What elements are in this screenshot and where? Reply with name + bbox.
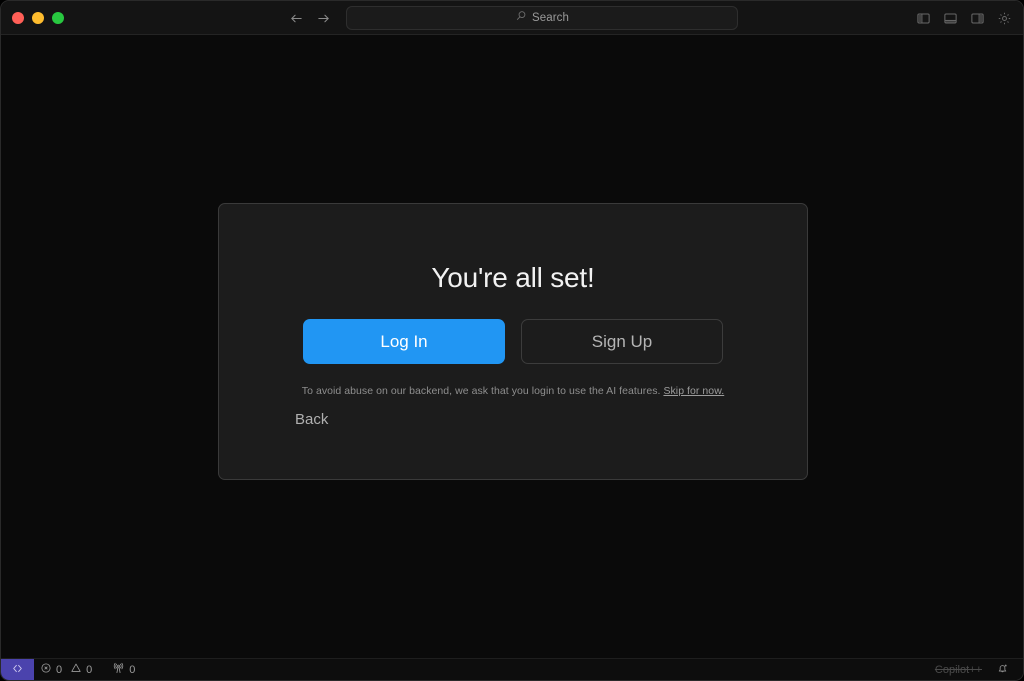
ports-status[interactable]: 0 xyxy=(106,659,141,680)
login-notice-text: To avoid abuse on our backend, we ask th… xyxy=(301,385,664,397)
layout-sidebar-left-icon[interactable] xyxy=(915,10,932,27)
copilot-status[interactable]: Copilot++ xyxy=(929,664,988,676)
layout-sidebar-right-icon[interactable] xyxy=(969,10,986,27)
status-bar: 0 0 0 Copilot++ xyxy=(1,658,1023,680)
search-input[interactable]: Search xyxy=(346,6,738,30)
layout-panel-bottom-icon[interactable] xyxy=(942,10,959,27)
remote-window-indicator[interactable] xyxy=(1,659,34,680)
titlebar-actions xyxy=(915,1,1013,35)
minimize-button[interactable] xyxy=(32,11,44,24)
status-left-group: 0 0 0 xyxy=(34,659,141,680)
forward-arrow-icon[interactable] xyxy=(316,11,331,26)
page-title: You're all set! xyxy=(431,262,595,293)
notifications-button[interactable] xyxy=(990,662,1015,678)
remote-window-icon xyxy=(11,662,24,678)
login-notice: To avoid abuse on our backend, we ask th… xyxy=(302,385,724,397)
auth-button-row: Log In Sign Up xyxy=(303,319,723,364)
maximize-button[interactable] xyxy=(52,11,64,24)
status-right-group: Copilot++ xyxy=(929,659,1023,680)
navigation-arrows xyxy=(289,1,331,35)
search-placeholder: Search xyxy=(531,12,570,24)
back-arrow-icon[interactable] xyxy=(289,11,304,26)
log-in-button[interactable]: Log In xyxy=(303,319,505,364)
close-button[interactable] xyxy=(12,11,24,24)
bell-dot-icon xyxy=(996,662,1009,678)
warning-count: 0 xyxy=(86,663,93,676)
search-icon xyxy=(515,9,527,27)
main-content: You're all set! Log In Sign Up To avoid … xyxy=(1,35,1023,658)
radio-tower-icon xyxy=(112,662,125,678)
sign-up-button[interactable]: Sign Up xyxy=(521,319,723,364)
problems-status[interactable]: 0 0 xyxy=(34,659,98,680)
warning-triangle-icon xyxy=(70,662,82,677)
search-bar[interactable]: Search xyxy=(346,6,738,30)
login-card: You're all set! Log In Sign Up To avoid … xyxy=(218,203,808,480)
error-count: 0 xyxy=(56,663,63,676)
window-controls xyxy=(1,11,64,24)
back-button[interactable]: Back xyxy=(289,408,334,431)
title-bar: Search xyxy=(1,1,1023,35)
skip-for-now-link[interactable]: Skip for now. xyxy=(663,385,724,397)
gear-icon[interactable] xyxy=(996,10,1013,27)
error-circle-icon xyxy=(40,662,52,677)
status-spacer xyxy=(141,659,929,680)
app-window: Search You're all set! Log In Sign Up To… xyxy=(0,0,1024,681)
ports-count: 0 xyxy=(129,663,136,676)
